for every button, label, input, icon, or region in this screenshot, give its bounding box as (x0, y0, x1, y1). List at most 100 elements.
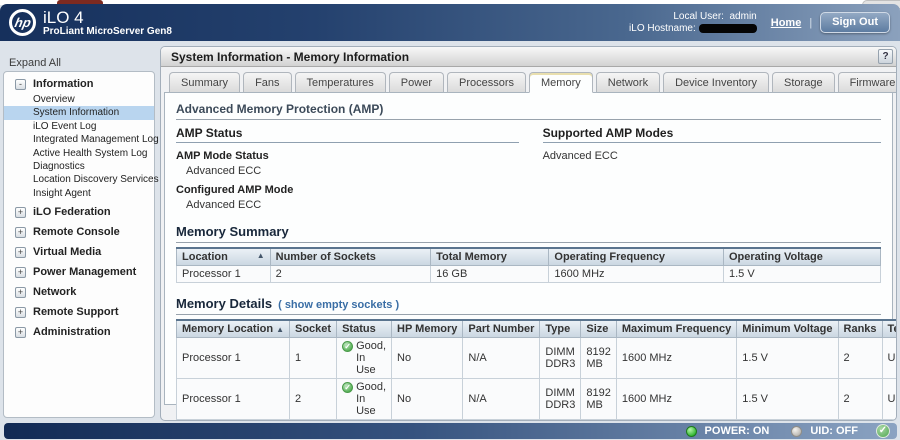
amp-columns: AMP Status AMP Mode Status Advanced ECC … (176, 126, 881, 211)
home-link[interactable]: Home (771, 17, 802, 29)
cell-operating-voltage: 1.5 V (723, 266, 880, 283)
tab-summary[interactable]: Summary (169, 72, 240, 93)
tab-power[interactable]: Power (389, 72, 444, 93)
product-name: iLO 4 (43, 9, 172, 26)
sidebar-item-integrated-management-log[interactable]: Integrated Management Log (4, 133, 154, 146)
cell-minimum-voltage: 1.5 V (737, 338, 838, 379)
amp-status-column: AMP Status AMP Mode Status Advanced ECC … (176, 126, 543, 211)
column-header-status[interactable]: Status (337, 320, 392, 338)
local-user-value: admin (730, 11, 757, 22)
sidebar-section-ilo-federation: + iLO Federation (4, 204, 154, 220)
sidebar-item-diagnostics[interactable]: Diagnostics (4, 160, 154, 173)
health-ok-icon[interactable]: ✓ (876, 424, 890, 438)
sidebar-item-information[interactable]: - Information (4, 77, 154, 91)
hp-logo-icon: hp (9, 9, 36, 36)
column-header-size[interactable]: Size (581, 320, 616, 338)
column-header-socket[interactable]: Socket (290, 320, 337, 338)
sidebar-item-label[interactable]: Administration (33, 326, 111, 338)
column-header-operating-frequency[interactable]: Operating Frequency (549, 248, 724, 266)
expand-all-link[interactable]: Expand All (9, 57, 61, 69)
supported-amp-column: Supported AMP Modes Advanced ECC (543, 126, 881, 211)
column-header-type[interactable]: Type (540, 320, 581, 338)
supported-amp-modes-value: Advanced ECC (543, 150, 881, 162)
sidebar-item-active-health-system-log[interactable]: Active Health System Log (4, 147, 154, 160)
column-header-location[interactable]: Location▲ (177, 248, 271, 266)
column-header-technology[interactable]: Technology (882, 320, 897, 338)
expand-toggle-icon[interactable]: + (15, 207, 26, 218)
column-header-maximum-frequency[interactable]: Maximum Frequency (616, 320, 736, 338)
sidebar-item-system-information[interactable]: System Information (4, 106, 154, 119)
main-panel: System Information - Memory Information … (160, 46, 897, 421)
tab-firmware[interactable]: Firmware (838, 72, 897, 93)
sidebar-item-insight-agent[interactable]: Insight Agent (4, 187, 154, 200)
show-empty-sockets-link[interactable]: ( show empty sockets ) (278, 299, 399, 311)
navigation-sidebar: - Information Overview System Informatio… (3, 71, 155, 418)
tab-temperatures[interactable]: Temperatures (295, 72, 386, 93)
expand-toggle-icon[interactable]: + (15, 227, 26, 238)
local-user-line: Local User: admin (629, 11, 757, 23)
table-row: Processor 1 2 ✓ Good, In Use No N/A DIMM… (177, 379, 898, 420)
cell-ranks: 2 (838, 379, 882, 420)
tab-fans[interactable]: Fans (243, 72, 291, 93)
power-led-icon (686, 426, 697, 437)
cell-maximum-frequency: 1600 MHz (616, 379, 736, 420)
sidebar-item-label[interactable]: Information (33, 78, 94, 90)
cell-type: DIMM DDR3 (540, 338, 581, 379)
sidebar-section-network: + Network (4, 284, 154, 300)
memory-summary-title: Memory Summary (176, 224, 289, 239)
sidebar-item-label[interactable]: Remote Support (33, 306, 119, 318)
cell-technology: UDIMM (882, 379, 897, 420)
information-children: Overview System Information iLO Event Lo… (4, 93, 154, 200)
sidebar-item-ilo-event-log[interactable]: iLO Event Log (4, 120, 154, 133)
local-user-label: Local User: (673, 11, 724, 22)
cell-hp-memory: No (392, 379, 463, 420)
cell-size: 8192 MB (581, 379, 616, 420)
expand-toggle-icon[interactable]: + (15, 327, 26, 338)
uid-led-icon[interactable] (791, 426, 802, 437)
amp-mode-status-label: AMP Mode Status (176, 150, 519, 162)
expand-toggle-icon[interactable]: + (15, 287, 26, 298)
sidebar-item-label[interactable]: Network (33, 286, 76, 298)
tab-memory[interactable]: Memory (529, 72, 593, 93)
help-button[interactable]: ? (878, 49, 893, 64)
tab-network[interactable]: Network (596, 72, 660, 93)
power-status: POWER: ON (705, 425, 770, 437)
cell-maximum-frequency: 1600 MHz (616, 338, 736, 379)
cell-sockets: 2 (270, 266, 431, 283)
sidebar-item-label[interactable]: Power Management (33, 266, 136, 278)
cell-ranks: 2 (838, 338, 882, 379)
column-header-number-of-sockets[interactable]: Number of Sockets (270, 248, 431, 266)
tab-processors[interactable]: Processors (447, 72, 526, 93)
cell-hp-memory: No (392, 338, 463, 379)
collapse-toggle-icon[interactable]: - (15, 79, 26, 90)
memory-details-heading: Memory Details ( show empty sockets ) (176, 296, 881, 315)
sidebar-item-label[interactable]: Remote Console (33, 226, 120, 238)
supported-amp-modes-title: Supported AMP Modes (543, 126, 881, 143)
memory-summary-table: Location▲ Number of Sockets Total Memory… (176, 247, 881, 283)
app-header: hp iLO 4 ProLiant MicroServer Gen8 Local… (0, 4, 900, 41)
cell-part-number: N/A (463, 338, 540, 379)
column-header-ranks[interactable]: Ranks (838, 320, 882, 338)
cell-socket: 2 (290, 379, 337, 420)
column-header-operating-voltage[interactable]: Operating Voltage (723, 248, 880, 266)
sidebar-section-remote-support: + Remote Support (4, 304, 154, 320)
configured-amp-mode-label: Configured AMP Mode (176, 184, 519, 196)
sidebar-item-location-discovery-services[interactable]: Location Discovery Services (4, 173, 154, 186)
sidebar-item-label[interactable]: iLO Federation (33, 206, 111, 218)
column-header-total-memory[interactable]: Total Memory (431, 248, 549, 266)
column-header-hp-memory[interactable]: HP Memory (392, 320, 463, 338)
column-header-memory-location[interactable]: Memory Location▲ (177, 320, 290, 338)
brand-block: iLO 4 ProLiant MicroServer Gen8 (43, 9, 172, 37)
sidebar-item-label[interactable]: Virtual Media (33, 246, 101, 258)
column-header-minimum-voltage[interactable]: Minimum Voltage (737, 320, 838, 338)
sidebar-item-overview[interactable]: Overview (4, 93, 154, 106)
expand-toggle-icon[interactable]: + (15, 307, 26, 318)
column-header-part-number[interactable]: Part Number (463, 320, 540, 338)
sign-out-button[interactable]: Sign Out (820, 12, 890, 33)
tab-device-inventory[interactable]: Device Inventory (663, 72, 769, 93)
expand-toggle-icon[interactable]: + (15, 247, 26, 258)
memory-summary-heading: Memory Summary (176, 224, 881, 243)
memory-content-pane: Advanced Memory Protection (AMP) AMP Sta… (164, 92, 893, 405)
tab-storage[interactable]: Storage (772, 72, 835, 93)
expand-toggle-icon[interactable]: + (15, 267, 26, 278)
